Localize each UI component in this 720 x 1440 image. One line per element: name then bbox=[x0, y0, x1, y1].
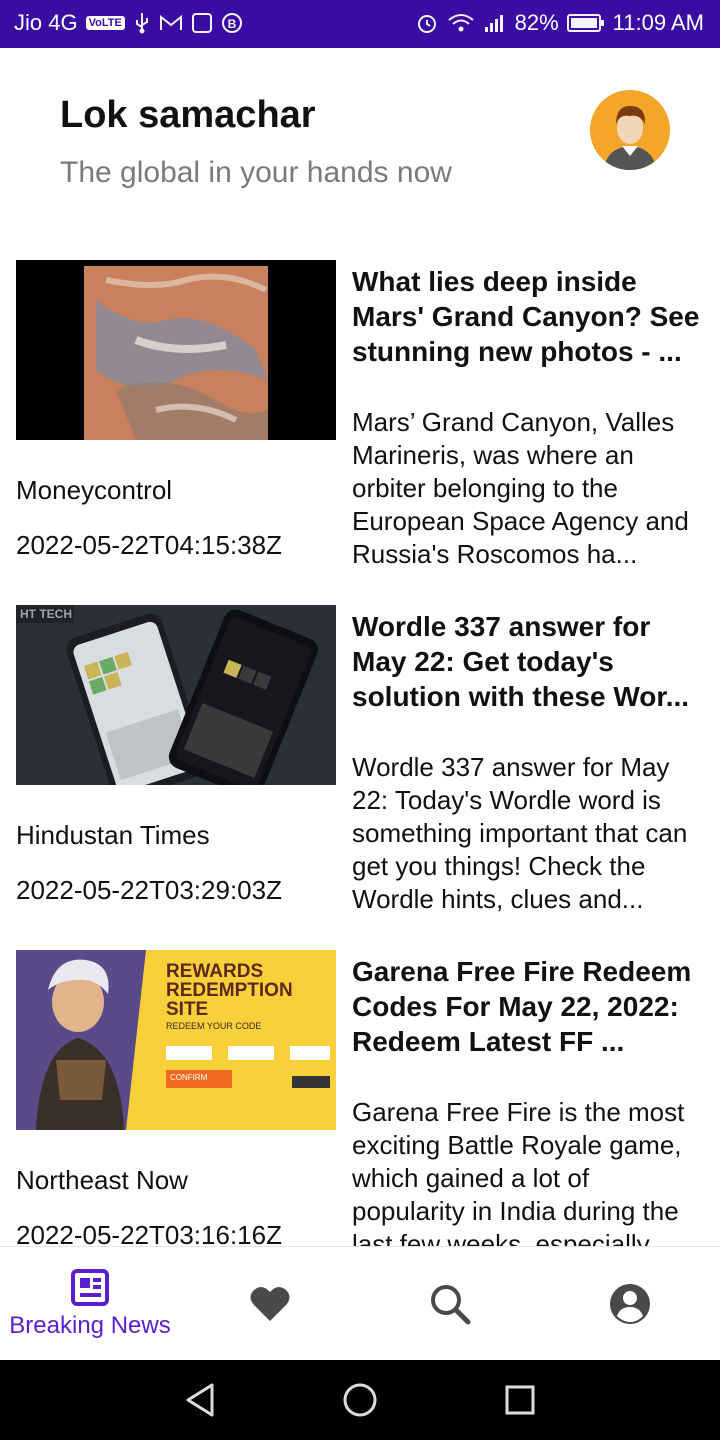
account-circle-icon bbox=[610, 1284, 650, 1324]
app-subtitle: The global in your hands now bbox=[60, 156, 452, 189]
article-date: 2022-05-22T03:16:16Z bbox=[16, 1220, 282, 1246]
news-card[interactable]: Moneycontrol 2022-05-22T04:15:38Z What l… bbox=[0, 250, 720, 595]
nav-profile[interactable] bbox=[540, 1247, 720, 1361]
thumb-line: REDEMPTION bbox=[166, 980, 293, 1001]
search-icon bbox=[431, 1285, 471, 1325]
thumb-rewards-heading: REWARDS REDEMPTION SITE REDEEM YOUR CODE bbox=[166, 962, 293, 1033]
thumb-line: REWARDS bbox=[166, 961, 264, 982]
nav-breaking-news[interactable]: Breaking News bbox=[0, 1247, 180, 1361]
gmail-icon bbox=[159, 14, 183, 32]
article-thumbnail[interactable] bbox=[16, 260, 336, 440]
system-navigation-bar bbox=[0, 1360, 720, 1440]
back-icon[interactable] bbox=[184, 1382, 216, 1418]
article-thumbnail[interactable]: REWARDS REDEMPTION SITE REDEEM YOUR CODE… bbox=[16, 950, 336, 1130]
article-description: Mars’ Grand Canyon, Valles Marineris, wa… bbox=[352, 407, 689, 569]
article-headline[interactable]: Garena Free Fire Redeem Codes For May 22… bbox=[352, 954, 708, 1059]
app-header: Lok samachar The global in your hands no… bbox=[0, 48, 720, 238]
nav-breaking-news-label: Breaking News bbox=[9, 1312, 171, 1339]
nav-search[interactable] bbox=[360, 1247, 540, 1361]
status-bar: Jio 4G VoLTE B 82% 11:09 AM bbox=[0, 0, 720, 48]
svg-text:B: B bbox=[227, 17, 236, 31]
article-description: Wordle 337 answer for May 22: Today's Wo… bbox=[352, 752, 688, 914]
alarm-icon bbox=[415, 11, 439, 35]
recents-icon[interactable] bbox=[504, 1384, 536, 1416]
news-list[interactable]: Moneycontrol 2022-05-22T04:15:38Z What l… bbox=[0, 250, 720, 1246]
article-headline[interactable]: Wordle 337 answer for May 22: Get today'… bbox=[352, 609, 708, 714]
article-headline[interactable]: What lies deep inside Mars' Grand Canyon… bbox=[352, 264, 708, 369]
newspaper-icon bbox=[71, 1269, 109, 1306]
nav-favorites[interactable] bbox=[180, 1247, 360, 1361]
wordle-phones-image: HT TECH bbox=[16, 605, 336, 785]
app-title: Lok samachar bbox=[60, 94, 316, 136]
wifi-icon bbox=[447, 12, 475, 34]
article-source: Hindustan Times bbox=[16, 820, 210, 850]
battery-icon bbox=[566, 13, 605, 33]
news-card[interactable]: HT TECH Hindustan Times 2022-05-22T03:29… bbox=[0, 595, 720, 940]
volte-badge: VoLTE bbox=[85, 16, 125, 30]
profile-avatar[interactable] bbox=[590, 90, 670, 170]
tata-icon bbox=[191, 12, 213, 34]
thumb-confirm-label: CONFIRM bbox=[170, 1073, 208, 1082]
article-source: Northeast Now bbox=[16, 1165, 188, 1195]
signal-icon bbox=[483, 13, 507, 33]
mars-canyon-image bbox=[16, 260, 336, 440]
article-thumbnail[interactable]: HT TECH bbox=[16, 605, 336, 785]
thumb-subline: REDEEM YOUR CODE bbox=[166, 1021, 262, 1031]
home-icon[interactable] bbox=[342, 1382, 378, 1418]
thumb-line: SITE bbox=[166, 999, 209, 1020]
news-card[interactable]: REWARDS REDEMPTION SITE REDEEM YOUR CODE… bbox=[0, 940, 720, 1246]
b-circle-icon: B bbox=[221, 12, 243, 34]
heart-icon bbox=[250, 1286, 290, 1321]
battery-percent: 82% bbox=[514, 10, 559, 35]
article-description: Garena Free Fire is the most exciting Ba… bbox=[352, 1097, 685, 1246]
article-source: Moneycontrol bbox=[16, 475, 173, 505]
user-avatar-icon bbox=[590, 90, 670, 170]
thumb-brand-label: HT TECH bbox=[20, 607, 72, 621]
carrier-label: Jio 4G bbox=[14, 10, 78, 35]
clock: 11:09 AM bbox=[612, 10, 704, 35]
usb-icon bbox=[133, 12, 151, 34]
article-date: 2022-05-22T04:15:38Z bbox=[16, 530, 282, 560]
bottom-navigation: Breaking News bbox=[0, 1246, 720, 1361]
article-date: 2022-05-22T03:29:03Z bbox=[16, 875, 282, 905]
